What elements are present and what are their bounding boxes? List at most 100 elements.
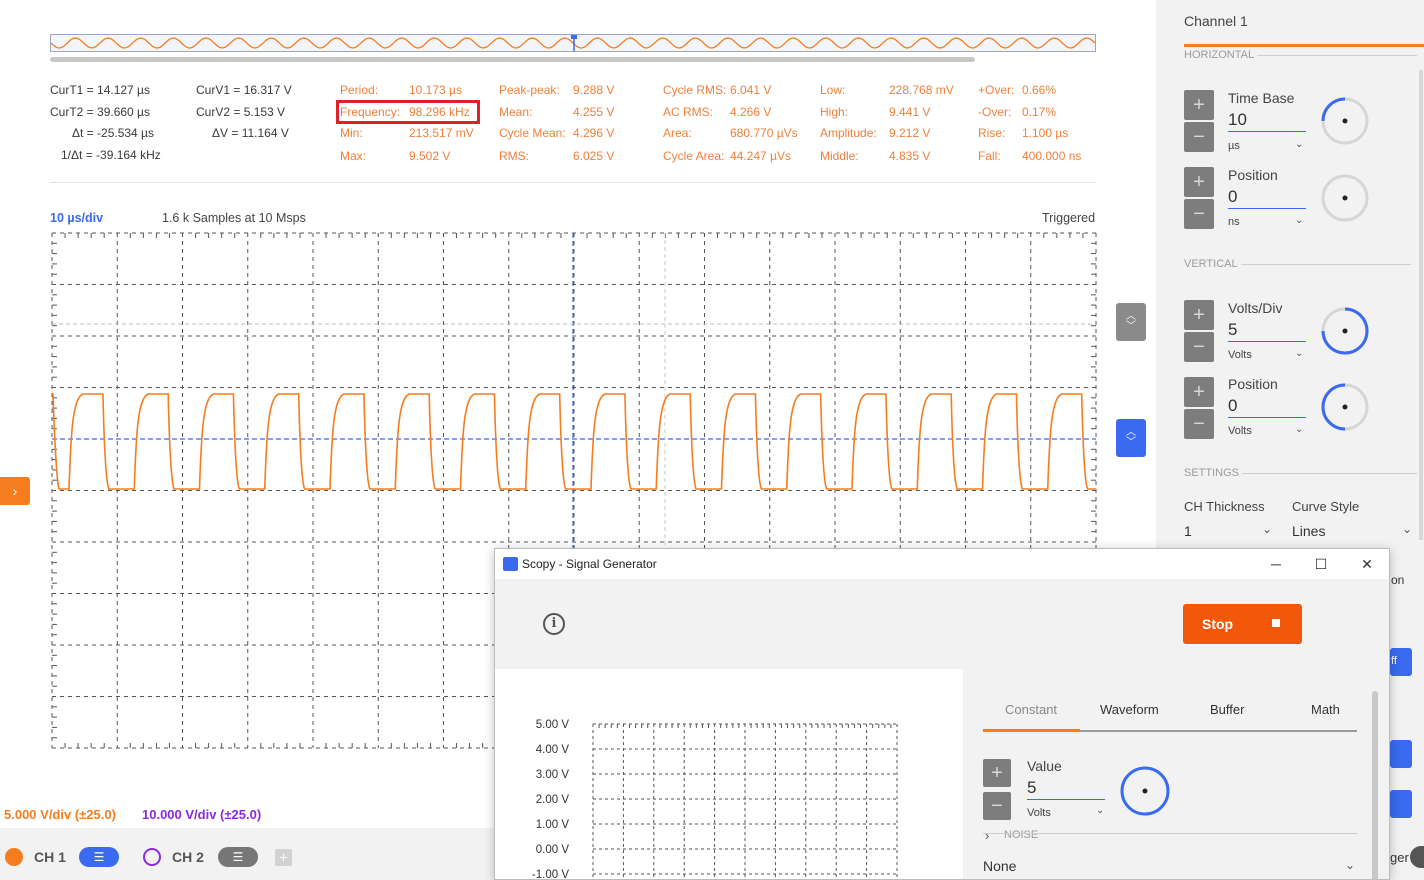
overview-wave bbox=[50, 37, 1096, 49]
volts-div-increase-button[interactable]: + bbox=[1184, 300, 1214, 330]
waveform-overview[interactable] bbox=[50, 34, 1096, 52]
value-increase-button[interactable]: + bbox=[983, 759, 1011, 787]
cursor-dt-readout: Δt = -25.534 µs bbox=[72, 126, 154, 140]
measure-fall-value: 400.000 ns bbox=[1022, 149, 1082, 163]
noise-header[interactable]: NOISE bbox=[1004, 829, 1038, 841]
measure-cycle-mean-label: Cycle Mean: bbox=[499, 126, 566, 140]
signal-config-panel bbox=[963, 669, 1389, 879]
signal-preview-svg: 5.00 V 4.00 V 3.00 V 2.00 V 1.00 V 0.00 V -1.0… bbox=[532, 719, 898, 879]
measure-cycle-rms-label: Cycle RMS: bbox=[663, 83, 727, 97]
stop-button[interactable]: Stop bbox=[1183, 604, 1302, 644]
vertical-section-header: VERTICAL bbox=[1184, 258, 1411, 270]
h-position-knob[interactable] bbox=[1320, 173, 1370, 223]
chevron-down-icon[interactable]: ⌄ bbox=[1345, 858, 1355, 872]
v-position-input[interactable]: 0 bbox=[1228, 396, 1306, 418]
volts-div-label: Volts/Div bbox=[1228, 300, 1283, 316]
ch1-enable-toggle[interactable] bbox=[5, 848, 23, 866]
cursor-v2-readout: CurV2 = 5.153 V bbox=[196, 105, 286, 119]
settings-header-label: SETTINGS bbox=[1184, 467, 1240, 479]
siggen-scrollbar[interactable] bbox=[1372, 691, 1378, 879]
measure-neg-overshoot-value: 0.17% bbox=[1022, 105, 1057, 119]
volts-div-knob[interactable] bbox=[1320, 306, 1370, 356]
minimize-icon[interactable]: ─ bbox=[1266, 554, 1286, 574]
tab-waveform[interactable]: Waveform bbox=[1100, 702, 1159, 717]
noise-type-select[interactable]: None bbox=[983, 858, 1016, 874]
plus-icon: + bbox=[279, 849, 288, 865]
measure-max-label: Max: bbox=[340, 149, 367, 163]
v-position-knob[interactable] bbox=[1320, 382, 1370, 432]
h-position-decrease-button[interactable]: − bbox=[1184, 199, 1214, 229]
panel-hidden-toggle[interactable]: ff bbox=[1390, 648, 1412, 676]
ch2-enable-toggle[interactable] bbox=[143, 848, 161, 866]
h-position-label: Position bbox=[1228, 167, 1278, 183]
trigger-level-handle[interactable]: ︿ ﹀ bbox=[1116, 303, 1146, 341]
volts-div-input[interactable]: 5 bbox=[1228, 320, 1306, 342]
h-position-increase-button[interactable]: + bbox=[1184, 167, 1214, 197]
measure-area-label: Area: bbox=[663, 126, 692, 140]
timebase-unit-select[interactable]: µs bbox=[1228, 140, 1240, 152]
value-input[interactable]: 5 bbox=[1027, 778, 1105, 800]
measure-rise-label: Rise: bbox=[978, 126, 1006, 140]
add-channel-button[interactable]: + bbox=[275, 849, 292, 866]
ch-thickness-select[interactable]: 1 bbox=[1184, 523, 1192, 539]
cursor-v1-readout: CurV1 = 16.317 V bbox=[196, 83, 292, 97]
tab-constant[interactable]: Constant bbox=[1005, 702, 1057, 717]
ch1-offset-handle[interactable]: ︿ ﹀ bbox=[1116, 419, 1146, 457]
chevron-right-icon[interactable]: › bbox=[985, 828, 989, 843]
measure-min-value: 213.517 mV bbox=[409, 126, 474, 140]
signal-preview-plot: 5.00 V 4.00 V 3.00 V 2.00 V 1.00 V 0.00 V -1.0… bbox=[495, 669, 963, 879]
tab-buffer[interactable]: Buffer bbox=[1210, 702, 1244, 717]
plus-icon: + bbox=[1193, 171, 1205, 193]
plus-icon: + bbox=[1193, 94, 1205, 116]
volts-div-unit-select[interactable]: Volts bbox=[1228, 349, 1252, 361]
v-position-unit-select[interactable]: Volts bbox=[1228, 425, 1252, 437]
chevron-down-icon[interactable]: ⌄ bbox=[1402, 522, 1412, 536]
ch1-label[interactable]: CH 1 bbox=[34, 849, 66, 865]
v-position-label: Position bbox=[1228, 376, 1278, 392]
timebase-knob[interactable] bbox=[1320, 96, 1370, 146]
ch2-vdiv-label: 10.000 V/div (±25.0) bbox=[142, 807, 262, 822]
ch2-settings-button[interactable]: ☰ bbox=[218, 847, 258, 867]
active-tab-indicator bbox=[983, 729, 1080, 732]
value-unit-select[interactable]: Volts bbox=[1027, 807, 1051, 819]
panel-hidden-button[interactable] bbox=[1390, 790, 1412, 818]
tab-math[interactable]: Math bbox=[1311, 702, 1340, 717]
frequency-highlight-box bbox=[336, 100, 480, 124]
measurements-divider bbox=[50, 182, 1096, 183]
maximize-icon[interactable]: ☐ bbox=[1311, 554, 1331, 574]
ch1-position-marker[interactable]: › bbox=[0, 477, 30, 505]
measure-amplitude-label: Amplitude: bbox=[820, 126, 877, 140]
panel-scrollbar[interactable] bbox=[1419, 70, 1423, 540]
stop-square-icon bbox=[1272, 619, 1280, 627]
stop-button-label: Stop bbox=[1202, 616, 1234, 632]
chevron-down-icon[interactable]: ⌄ bbox=[1262, 522, 1272, 536]
close-icon[interactable]: ✕ bbox=[1357, 554, 1377, 574]
h-position-input[interactable]: 0 bbox=[1228, 187, 1306, 209]
chevron-down-icon[interactable]: ⌄ bbox=[1295, 215, 1303, 226]
value-knob[interactable] bbox=[1119, 765, 1171, 817]
volts-div-decrease-button[interactable]: − bbox=[1184, 332, 1214, 362]
chevron-down-icon[interactable]: ⌄ bbox=[1295, 424, 1303, 435]
curve-style-select[interactable]: Lines bbox=[1292, 523, 1325, 539]
value-decrease-button[interactable]: − bbox=[983, 792, 1011, 820]
preview-y-tick-label: 1.00 V bbox=[536, 819, 570, 831]
chevron-down-icon[interactable]: ⌄ bbox=[1096, 805, 1104, 816]
measure-period-value: 10.173 µs bbox=[409, 83, 462, 97]
h-position-unit-select[interactable]: ns bbox=[1228, 216, 1240, 228]
measure-ac-rms-value: 4.266 V bbox=[730, 105, 772, 119]
panel-hidden-button[interactable] bbox=[1390, 740, 1412, 768]
ch2-label[interactable]: CH 2 bbox=[172, 849, 204, 865]
ch1-settings-button[interactable]: ☰ bbox=[79, 847, 119, 867]
timebase-increase-button[interactable]: + bbox=[1184, 90, 1214, 120]
chevron-down-icon[interactable]: ⌄ bbox=[1295, 348, 1303, 359]
timebase-decrease-button[interactable]: − bbox=[1184, 122, 1214, 152]
timebase-input[interactable]: 10 bbox=[1228, 110, 1306, 132]
v-position-increase-button[interactable]: + bbox=[1184, 377, 1214, 407]
overview-scrollbar[interactable] bbox=[50, 57, 975, 62]
trigger-status: Triggered bbox=[1042, 211, 1096, 225]
sliders-icon: ☰ bbox=[232, 850, 244, 864]
info-icon[interactable]: i bbox=[543, 613, 565, 635]
chevron-down-icon: ﹀ bbox=[1126, 321, 1136, 332]
v-position-decrease-button[interactable]: − bbox=[1184, 409, 1214, 439]
chevron-down-icon[interactable]: ⌄ bbox=[1295, 139, 1303, 150]
